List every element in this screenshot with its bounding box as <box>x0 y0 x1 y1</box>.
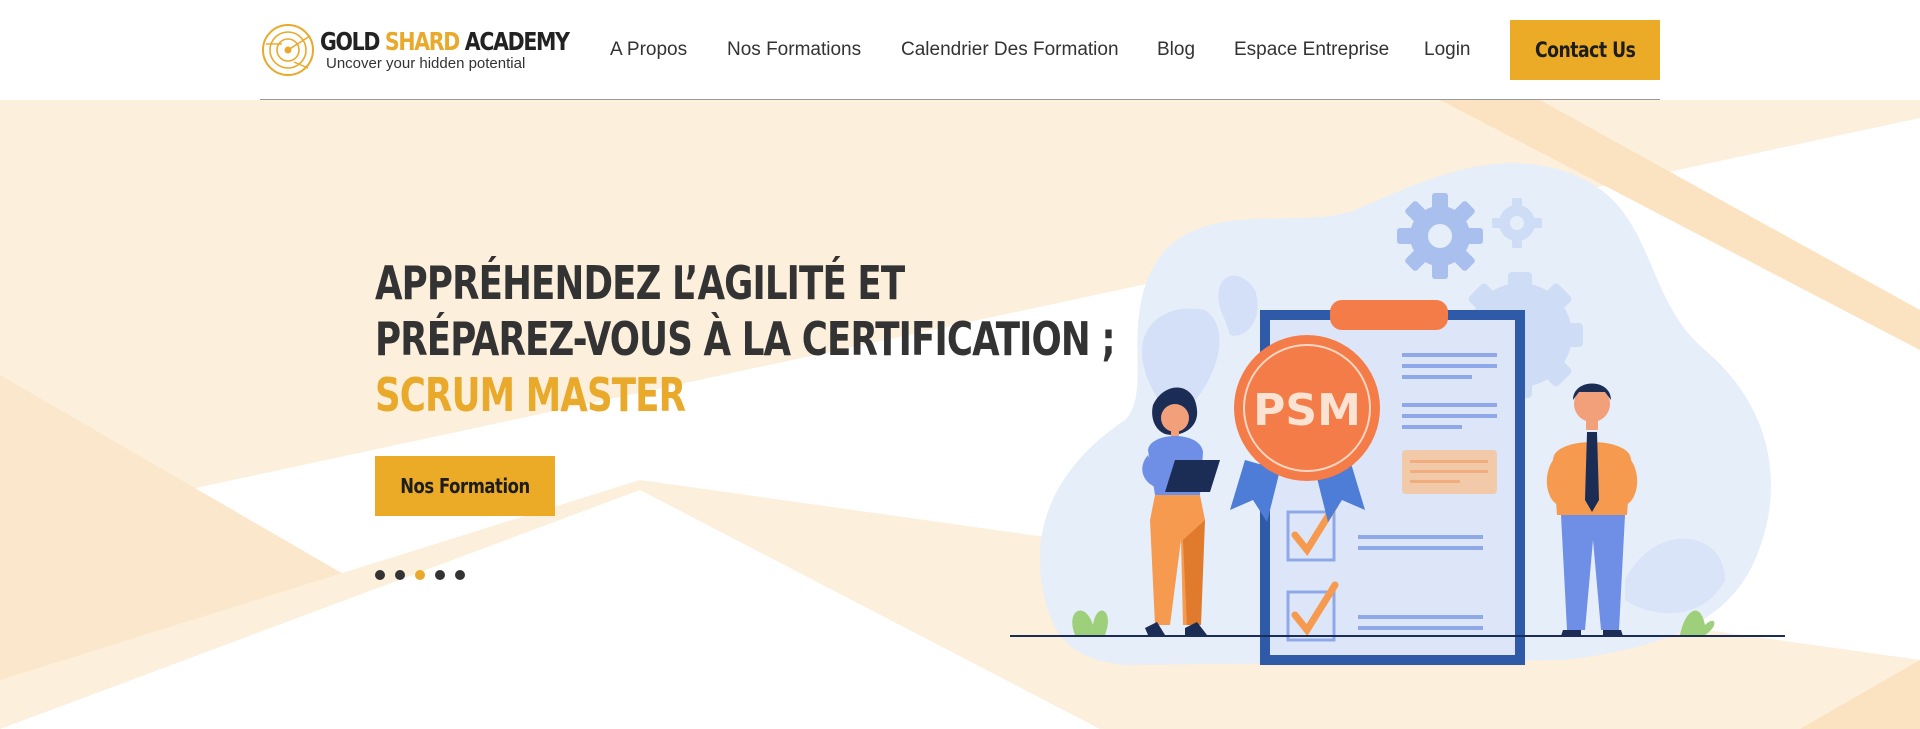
contact-us-label: Contact Us <box>1534 38 1636 62</box>
hero-section: APPRÉHENDEZ L’AGILITÉ ET PRÉPAREZ-VOUS À… <box>0 100 1920 729</box>
brand-name-part1: GOLD <box>320 27 385 56</box>
psm-badge-text: PSM <box>1253 385 1361 436</box>
nav-item-espace-entreprise[interactable]: Espace Entreprise <box>1234 36 1389 64</box>
slide-dot-2[interactable] <box>395 570 405 580</box>
slide-dot-5[interactable] <box>455 570 465 580</box>
nos-formation-label: Nos Formation <box>400 474 530 498</box>
hero-line-3: SCRUM MASTER <box>375 368 686 422</box>
brand-name-part3: ACADEMY <box>458 27 570 56</box>
nav-item-blog[interactable]: Blog <box>1157 36 1195 64</box>
brand-name: GOLD SHARD ACADEMY <box>320 27 570 56</box>
slide-dot-3[interactable] <box>415 570 425 580</box>
slider-pagination <box>375 570 465 580</box>
target-logo-icon <box>262 24 314 76</box>
nos-formation-button[interactable]: Nos Formation <box>375 456 555 516</box>
nav-item-login[interactable]: Login <box>1424 36 1471 64</box>
nav-item-nos-formations[interactable]: Nos Formations <box>727 36 861 64</box>
site-header: GOLD SHARD ACADEMY Uncover your hidden p… <box>0 0 1920 100</box>
psm-certification-illustration: PSM <box>1010 163 1785 665</box>
brand-tagline: Uncover your hidden potential <box>326 55 526 72</box>
brand-logo[interactable]: GOLD SHARD ACADEMY Uncover your hidden p… <box>260 22 570 78</box>
hero-line-1: APPRÉHENDEZ L’AGILITÉ ET <box>375 256 905 310</box>
slide-dot-1[interactable] <box>375 570 385 580</box>
brand-text: GOLD SHARD ACADEMY Uncover your hidden p… <box>320 28 623 72</box>
brand-name-part2: SHARD <box>384 27 460 56</box>
nav-item-calendrier[interactable]: Calendrier Des Formation <box>901 36 1119 64</box>
contact-us-button[interactable]: Contact Us <box>1510 20 1660 80</box>
nav-item-a-propos[interactable]: A Propos <box>610 36 687 64</box>
hero-line-2: PRÉPAREZ-VOUS À LA CERTIFICATION ; <box>375 312 1116 366</box>
hero-headline: APPRÉHENDEZ L’AGILITÉ ET PRÉPAREZ-VOUS À… <box>375 255 1116 423</box>
slide-dot-4[interactable] <box>435 570 445 580</box>
